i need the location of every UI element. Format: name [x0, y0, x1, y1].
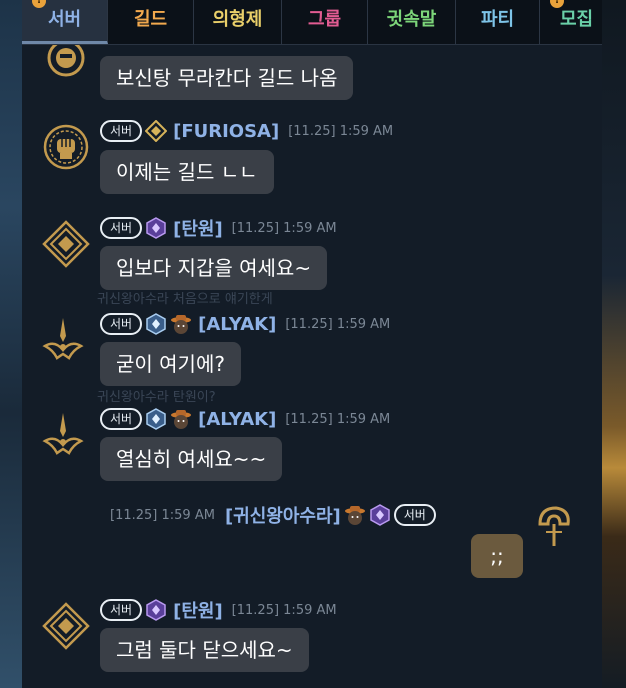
message-header: 서버 [탄원] [11.25] 1:59 AM	[100, 215, 337, 241]
fist-emblem-icon[interactable]	[42, 123, 90, 171]
diamond-emblem-icon[interactable]	[42, 602, 90, 650]
message-timestamp: [11.25] 1:59 AM	[285, 411, 391, 427]
chat-message-bubble: 보신탕 무라칸다 길드 나옴	[100, 56, 354, 100]
chat-tab-bar: 서버 길드 의형제 그룹 귓속말 파티 모집 ! !	[22, 0, 602, 45]
message-header: 서버 [ALYAK] [11.25] 1:59 AM	[100, 313, 390, 335]
bear-icon	[171, 315, 192, 334]
helmet-emblem-icon[interactable]	[530, 502, 578, 550]
sender-name[interactable]: [FURIOSA]	[173, 121, 279, 142]
sender-name[interactable]: [탄원]	[173, 215, 223, 241]
message-timestamp: [11.25] 1:59 AM	[231, 220, 337, 236]
chat-message-bubble: 이제는 길드 ㄴㄴ	[100, 150, 274, 194]
message-header: 서버 [FURIOSA] [11.25] 1:59 AM	[100, 120, 393, 142]
tab-label: 모집	[560, 9, 594, 30]
message-timestamp: [11.25] 1:59 AM	[285, 316, 391, 332]
tab-recruit[interactable]: 모집	[540, 0, 602, 44]
chat-message-bubble-own: ;;	[471, 534, 523, 578]
tab-label: 의형제	[212, 9, 263, 30]
game-background-right	[602, 0, 626, 688]
tab-whisper[interactable]: 귓속말	[368, 0, 456, 44]
tab-label: 귓속말	[386, 9, 437, 30]
diamond-emblem-icon[interactable]	[42, 220, 90, 268]
tab-party[interactable]: 파티	[456, 0, 540, 44]
crown-emblem-icon[interactable]	[39, 411, 87, 459]
message-timestamp: [11.25] 1:59 AM	[110, 507, 215, 523]
sender-name[interactable]: [귀신왕아수라]	[225, 502, 341, 528]
server-badge: 서버	[100, 313, 143, 335]
server-badge: 서버	[100, 120, 143, 142]
blue-rank-icon	[146, 313, 166, 335]
server-badge: 서버	[393, 504, 436, 526]
gold-rank-icon	[145, 120, 168, 142]
tab-label: 서버	[47, 9, 82, 30]
tab-sworn-brothers[interactable]: 의형제	[194, 0, 282, 44]
blue-rank-icon	[146, 408, 166, 430]
chat-message-bubble: 굳이 여기에?	[100, 342, 241, 386]
tab-label: 파티	[480, 9, 515, 30]
message-header: [11.25] 1:59 AM [귀신왕아수라] 서버	[110, 502, 436, 528]
bear-icon	[171, 410, 192, 429]
game-background-left	[0, 0, 22, 688]
message-timestamp: [11.25] 1:59 AM	[288, 123, 394, 139]
purple-rank-icon	[370, 504, 390, 526]
server-badge: 서버	[100, 408, 143, 430]
tab-group[interactable]: 그룹	[282, 0, 368, 44]
background-ghost-text: 귀신왕아수라 처음으로 얘기한게	[97, 292, 273, 307]
server-badge: 서버	[100, 599, 143, 621]
sender-name[interactable]: [ALYAK]	[198, 409, 276, 430]
tab-label: 그룹	[307, 9, 342, 30]
chat-message-bubble: 입보다 지갑을 여세요~	[100, 246, 328, 290]
background-ghost-text: 귀신왕아수라 탄원이?	[97, 390, 216, 405]
chat-message-bubble: 그럼 둘다 닫으세요~	[100, 628, 309, 672]
tab-label: 길드	[133, 9, 168, 30]
message-header: 서버 [탄원] [11.25] 1:59 AM	[100, 597, 337, 623]
server-badge: 서버	[100, 217, 143, 239]
crown-emblem-icon[interactable]	[39, 316, 87, 364]
sender-name[interactable]: [ALYAK]	[198, 314, 276, 335]
sender-name[interactable]: [탄원]	[173, 597, 223, 623]
chat-message-bubble: 열심히 여세요~~	[100, 437, 283, 481]
bear-icon	[344, 506, 365, 525]
purple-rank-icon	[146, 217, 166, 239]
chat-panel: 귀신왕아수라 처음으로 얘기한게 귀신왕아수라 탄원이? 보신탕 무라칸다 길드…	[22, 0, 602, 688]
tab-guild[interactable]: 길드	[108, 0, 194, 44]
purple-rank-icon	[146, 599, 166, 621]
message-header: 서버 [ALYAK] [11.25] 1:59 AM	[100, 408, 390, 430]
message-timestamp: [11.25] 1:59 AM	[231, 602, 337, 618]
